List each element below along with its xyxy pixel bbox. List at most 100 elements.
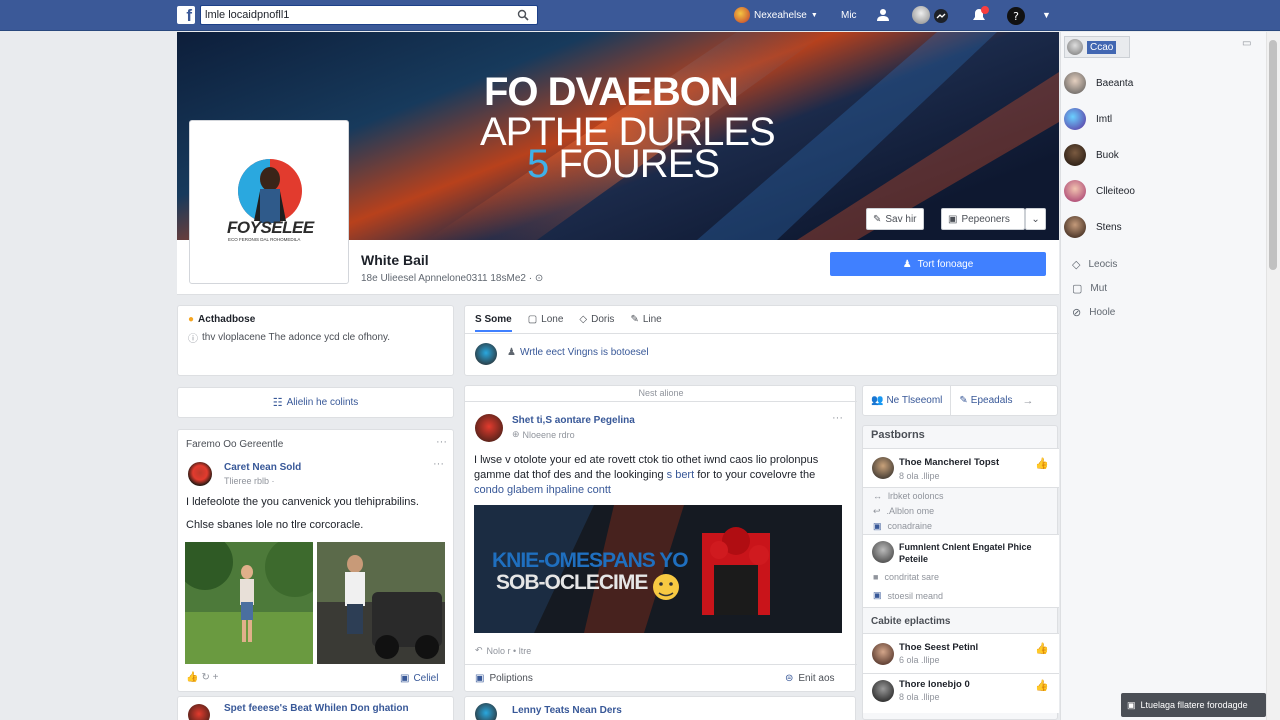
sidebar-link[interactable]: ▢ Mut [1072,282,1107,295]
avatar[interactable] [475,414,503,442]
add-icon[interactable]: 👍 [1035,679,1049,692]
tab-line[interactable]: ✎ Line [630,314,661,325]
notifications-icon[interactable] [970,6,990,24]
post-image[interactable]: KNIE-OMESPANS YO SOB-OCLECIME [474,505,842,633]
user-avatar [734,7,750,23]
post-image-text: SOB-OCLECIME [496,571,648,594]
post-author[interactable]: Caret Nean Sold [224,462,301,473]
more-options-icon[interactable]: ··· [436,436,447,448]
composer-placeholder: Wrtle eect Vingns is botoesel [519,347,649,358]
list-item[interactable]: Fumnlent Cnlent Engatel Phice Peteile ■ c… [863,534,1059,608]
avatar [872,541,894,563]
sidebar-link[interactable]: ◇ Leocis [1072,258,1117,271]
more-options-icon[interactable]: ··· [433,458,444,470]
section-heading: Cabite eplactims [871,616,951,627]
reaction-icon[interactable]: ↻ + [201,672,218,683]
about-title: Acthadbose [198,314,256,325]
post-author[interactable]: Shet ti,S aontare Pegelina [512,415,635,426]
contact-name: Baeanta [1096,77,1134,89]
list-item[interactable]: Thoe Mancherel Topst 8 ola .llipe 👍 [863,448,1059,488]
post-photo[interactable] [185,542,313,664]
sidebar-top-button[interactable]: Ccao [1064,36,1130,58]
comment-label: Celiel [413,673,439,684]
page-subtitle: 18e Ulieesel Apnnelone0311 18sMe2 · ⊙ [361,273,544,284]
list-item-label: conadraine [887,521,933,531]
nav-home-link[interactable]: Mic [841,10,857,21]
post-link[interactable]: s bert [667,469,695,481]
share-button[interactable]: ⊜ Enit aos [785,673,835,684]
item-meta: 6 ola .llipe [899,655,940,665]
item-title: Peteile [899,554,929,564]
post-link[interactable]: condo glabem ihpaline contt [474,484,611,496]
list-item[interactable]: ↩ .Alblon ome [873,504,944,519]
about-link-card[interactable]: ☷ Alielin he colints [177,387,454,418]
new-post-label: Ne Tlseeoml [886,395,943,406]
list-item[interactable]: Thore lonebjo 0 8 ola .llipe 👍 [863,673,1059,713]
avatar[interactable] [188,462,212,486]
search-input[interactable] [205,8,505,22]
profile-picture[interactable]: FOYSELEE ECO FERONIS DAL ROHOMEDILA [189,120,349,284]
messenger-icon[interactable] [933,8,949,24]
help-icon[interactable]: ? [1006,6,1026,26]
sidebar-contact[interactable]: Stens [1064,216,1122,238]
scrollbar-thumb[interactable] [1269,40,1277,270]
add-icon[interactable]: 👍 [1035,457,1049,470]
contact-name: Stens [1096,221,1122,233]
sidebar-top-label: Ccao [1087,40,1117,54]
list-item[interactable]: ■ condritat sare [873,572,939,582]
feed-section-label: Nest alione [638,388,684,398]
comment-button[interactable]: ▣ Celiel [400,673,438,684]
more-options-icon[interactable]: ··· [832,412,843,424]
star-icon: ● [188,314,195,325]
tab-status[interactable]: S Some [475,307,512,332]
nav-profile-link[interactable]: Nexeahelse ▼ [734,7,818,23]
image-icon: ▣ [873,590,882,600]
more-dropdown-button[interactable]: ⌄ [1025,208,1046,230]
post-author[interactable]: Spet feeese's Beat Whilen Don ghation [224,703,409,714]
explore-button[interactable]: ✎ Epeadals [959,395,1012,406]
tab-photo[interactable]: ▢ Lone [528,314,564,325]
account-menu-icon[interactable]: ▼ [1042,10,1051,20]
item-meta: 8 ola .llipe [899,471,940,481]
avatar [872,457,894,479]
like-icon[interactable]: 👍 [186,672,198,683]
list-item[interactable]: ▣ conadraine [873,519,944,534]
tab-docs[interactable]: ◇ Doris [579,314,614,325]
account-avatar[interactable] [912,6,930,24]
search-icon[interactable] [517,9,529,21]
cta-label: Tort fonoage [917,258,974,270]
sidebar-link[interactable]: ⊘ Hoole [1072,306,1115,319]
arrow-right-icon[interactable]: → [1023,395,1034,407]
say-hi-button[interactable]: ✎ Sav hir [866,208,924,230]
cover-headline-number: 5 [527,142,549,186]
post-meta: Nloeene rdro [522,429,575,440]
post-author[interactable]: Lenny Teats Nean Ders [512,705,622,716]
composer-input[interactable]: ♟ Wrtle eect Vingns is botoesel [507,347,649,358]
facebook-logo-icon[interactable]: f [177,6,195,25]
primary-cta-button[interactable]: ♟ Tort fonoage [830,252,1046,276]
chat-footer-bar[interactable]: ▣ Ltuelaga fllatere forodagde [1121,693,1266,717]
sidebar-contact[interactable]: Clleiteoo [1064,180,1135,202]
list-item[interactable]: Thoe Seest Petinl 6 ola .llipe 👍 [863,633,1059,673]
sidebar-contact[interactable]: Buok [1064,144,1119,166]
page-options-button[interactable]: ▣ Pepeoners [941,208,1025,230]
avatar[interactable] [475,703,497,720]
post-photo[interactable] [317,542,445,664]
compose-icon[interactable]: ▭ [1242,38,1251,49]
comment-button[interactable]: ▣ Poliptions [475,673,533,684]
list-item[interactable]: ↔ lrbket ooloncs [873,489,944,504]
sidebar-contact[interactable]: Baeanta [1064,72,1133,94]
item-meta: 8 ola .llipe [899,692,940,702]
new-post-button[interactable]: 👥 Ne Tlseeoml [871,395,942,406]
avatar[interactable] [188,704,210,720]
avatar [1064,180,1086,202]
say-hi-label: Sav hir [885,213,917,225]
search-box[interactable] [200,5,538,25]
add-icon[interactable]: 👍 [1035,642,1049,655]
sidebar-contact[interactable]: Imtl [1064,108,1112,130]
list-item[interactable]: ▣ stoesil meand [873,590,943,601]
friend-requests-icon[interactable] [876,8,892,22]
reaction-summary[interactable]: Nolo r • ltre [487,646,532,656]
page-name[interactable]: White Bail [361,252,429,268]
people-icon: 👥 [871,395,884,406]
